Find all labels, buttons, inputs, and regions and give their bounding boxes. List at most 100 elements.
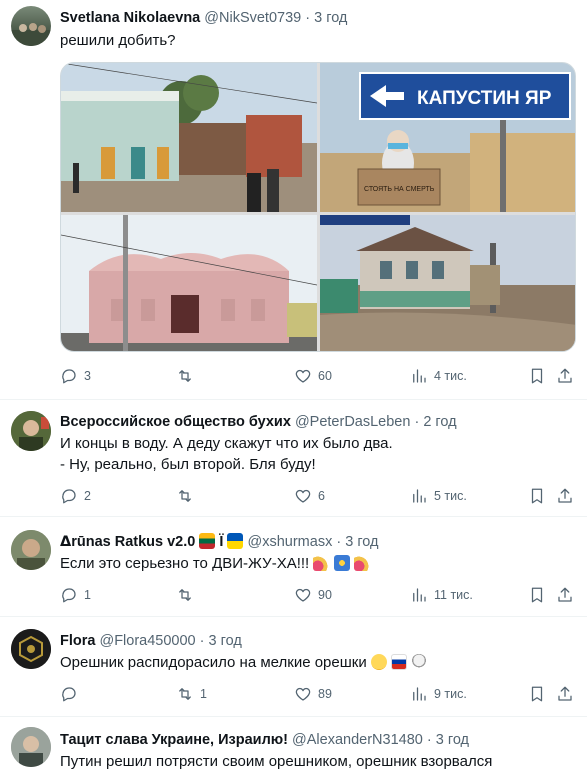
tweet-1[interactable]: Svetlana Nikolaevna @NikSvet0739 · 3 год… xyxy=(0,0,587,400)
like-count: 89 xyxy=(318,687,332,701)
avatar-image xyxy=(11,727,51,767)
author-name[interactable]: Flora xyxy=(60,633,95,649)
like-count: 60 xyxy=(318,369,332,383)
views-button[interactable]: 5 тис. xyxy=(410,486,467,506)
reply-icon xyxy=(62,588,76,603)
tweet-header: Тацит слава Украине, Израилю! @Alexander… xyxy=(60,731,469,749)
like-icon xyxy=(295,369,311,383)
bookmark-button[interactable] xyxy=(528,486,546,506)
bookmark-button[interactable] xyxy=(528,585,546,605)
like-icon xyxy=(295,687,311,701)
bookmark-icon xyxy=(531,686,543,702)
reply-button[interactable] xyxy=(60,684,84,704)
like-button[interactable]: 6 xyxy=(294,486,325,506)
skull-crossbones-icon xyxy=(411,654,428,670)
tweet-actions: 3 60 4 тис. xyxy=(60,366,580,386)
author-name[interactable]: Svetlana Nikolaevna xyxy=(60,10,200,26)
tweet-text: Орешник распидорасило на мелкие орешки xyxy=(60,653,428,673)
avatar[interactable] xyxy=(11,727,51,767)
tweet-text: решили добить? xyxy=(60,32,176,49)
reply-button[interactable]: 3 xyxy=(60,366,91,386)
avatar[interactable] xyxy=(11,530,51,570)
tweet-5[interactable]: Тацит слава Украине, Израилю! @Alexander… xyxy=(0,717,587,777)
like-button[interactable]: 89 xyxy=(294,684,332,704)
author-handle[interactable]: @PeterDasLeben xyxy=(295,414,410,430)
author-handle[interactable]: @xshurmasx xyxy=(248,534,333,550)
avatar[interactable] xyxy=(11,6,51,46)
tweet-text-content: Если это серьезно то ДВИ-ЖУ-ХА!!! xyxy=(60,555,310,572)
tweet-3[interactable]: ᐃrūnas Ratkus v2.0 Ï @xshurmasx · 3 год … xyxy=(0,517,587,617)
reply-button[interactable]: 1 xyxy=(60,585,91,605)
retweet-icon xyxy=(179,589,191,601)
photo-road-sign[interactable]: КАПУСТИН ЯР СТОЯТЬ НА СМЕРТЬ xyxy=(320,63,575,212)
lithuania-flag-icon xyxy=(199,533,216,549)
bookmark-button[interactable] xyxy=(528,366,546,386)
author-handle[interactable]: @AlexanderN31480 xyxy=(292,732,423,748)
share-icon xyxy=(558,686,572,701)
timestamp[interactable]: 3 год xyxy=(314,10,347,26)
tweet-4[interactable]: Flora @Flora450000 · 3 год Орешник распи… xyxy=(0,617,587,717)
tweet-2[interactable]: Всероссийское общество бухих @PeterDasLe… xyxy=(0,400,587,517)
reply-icon xyxy=(62,687,76,702)
timestamp[interactable]: 3 год xyxy=(436,732,469,748)
road-sign-text: КАПУСТИН ЯР xyxy=(417,88,552,109)
timestamp[interactable]: 2 год xyxy=(423,414,456,430)
timestamp[interactable]: 3 год xyxy=(345,534,378,550)
tweet-header: Всероссийское общество бухих @PeterDasLe… xyxy=(60,413,457,431)
photo-pink-building-image xyxy=(61,215,317,351)
reply-icon xyxy=(62,369,76,384)
views-button[interactable]: 11 тис. xyxy=(410,585,473,605)
share-button[interactable] xyxy=(556,585,574,605)
reply-count: 2 xyxy=(84,489,91,503)
author-name[interactable]: Тацит слава Украине, Израилю! xyxy=(60,732,288,748)
views-icon xyxy=(413,687,426,701)
author-handle[interactable]: @Flora450000 xyxy=(99,633,195,649)
bookmark-button[interactable] xyxy=(528,684,546,704)
share-button[interactable] xyxy=(556,684,574,704)
tweet-header: Svetlana Nikolaevna @NikSvet0739 · 3 год xyxy=(60,9,347,27)
photo-street-buildings[interactable] xyxy=(61,63,317,212)
tweet-actions: 2 6 5 тис. xyxy=(60,486,580,506)
separator-dot: · xyxy=(305,10,311,26)
views-icon xyxy=(413,489,426,503)
retweet-button[interactable] xyxy=(176,486,200,506)
retweet-button[interactable]: 1 xyxy=(176,684,207,704)
tweet-actions: 1 90 11 тис. xyxy=(60,585,580,605)
like-button[interactable]: 60 xyxy=(294,366,332,386)
avatar-image xyxy=(11,629,51,669)
author-name[interactable]: Всероссийское общество бухих xyxy=(60,414,291,430)
like-count: 6 xyxy=(318,489,325,503)
views-button[interactable]: 4 тис. xyxy=(410,366,467,386)
share-button[interactable] xyxy=(556,486,574,506)
reply-button[interactable]: 2 xyxy=(60,486,91,506)
like-button[interactable]: 90 xyxy=(294,585,332,605)
retweet-button[interactable] xyxy=(176,366,200,386)
views-button[interactable]: 9 тис. xyxy=(410,684,467,704)
share-icon xyxy=(558,488,572,503)
party-popper-icon xyxy=(353,555,370,571)
like-count: 90 xyxy=(318,588,332,602)
share-button[interactable] xyxy=(556,366,574,386)
retweet-icon xyxy=(179,370,191,382)
reply-count: 3 xyxy=(84,369,91,383)
avatar[interactable] xyxy=(11,411,51,451)
author-handle[interactable]: @NikSvet0739 xyxy=(204,10,301,26)
tweet-header: Flora @Flora450000 · 3 год xyxy=(60,632,242,650)
photo-road-sign-image: КАПУСТИН ЯР СТОЯТЬ НА СМЕРТЬ xyxy=(320,63,575,212)
placard-text: СТОЯТЬ НА СМЕРТЬ xyxy=(364,186,435,193)
author-name[interactable]: ᐃrūnas Ratkus v2.0 xyxy=(60,534,195,550)
bookmark-icon xyxy=(531,488,543,504)
tweet-media-grid[interactable]: КАПУСТИН ЯР СТОЯТЬ НА СМЕРТЬ xyxy=(60,62,576,352)
bookmark-icon xyxy=(531,587,543,603)
grinning-face-icon xyxy=(370,654,387,670)
like-icon xyxy=(295,489,311,503)
retweet-button[interactable] xyxy=(176,585,200,605)
timestamp[interactable]: 3 год xyxy=(209,633,242,649)
views-count: 4 тис. xyxy=(434,369,467,383)
tweet-text-line-1: И концы в воду. А деду скажут что их был… xyxy=(60,435,393,452)
photo-village-house[interactable] xyxy=(320,215,575,351)
tweet-text-content: Орешник распидорасило на мелкие орешки xyxy=(60,654,367,671)
avatar[interactable] xyxy=(11,629,51,669)
photo-pink-building[interactable] xyxy=(61,215,317,351)
tweet-header: ᐃrūnas Ratkus v2.0 Ï @xshurmasx · 3 год xyxy=(60,533,379,551)
